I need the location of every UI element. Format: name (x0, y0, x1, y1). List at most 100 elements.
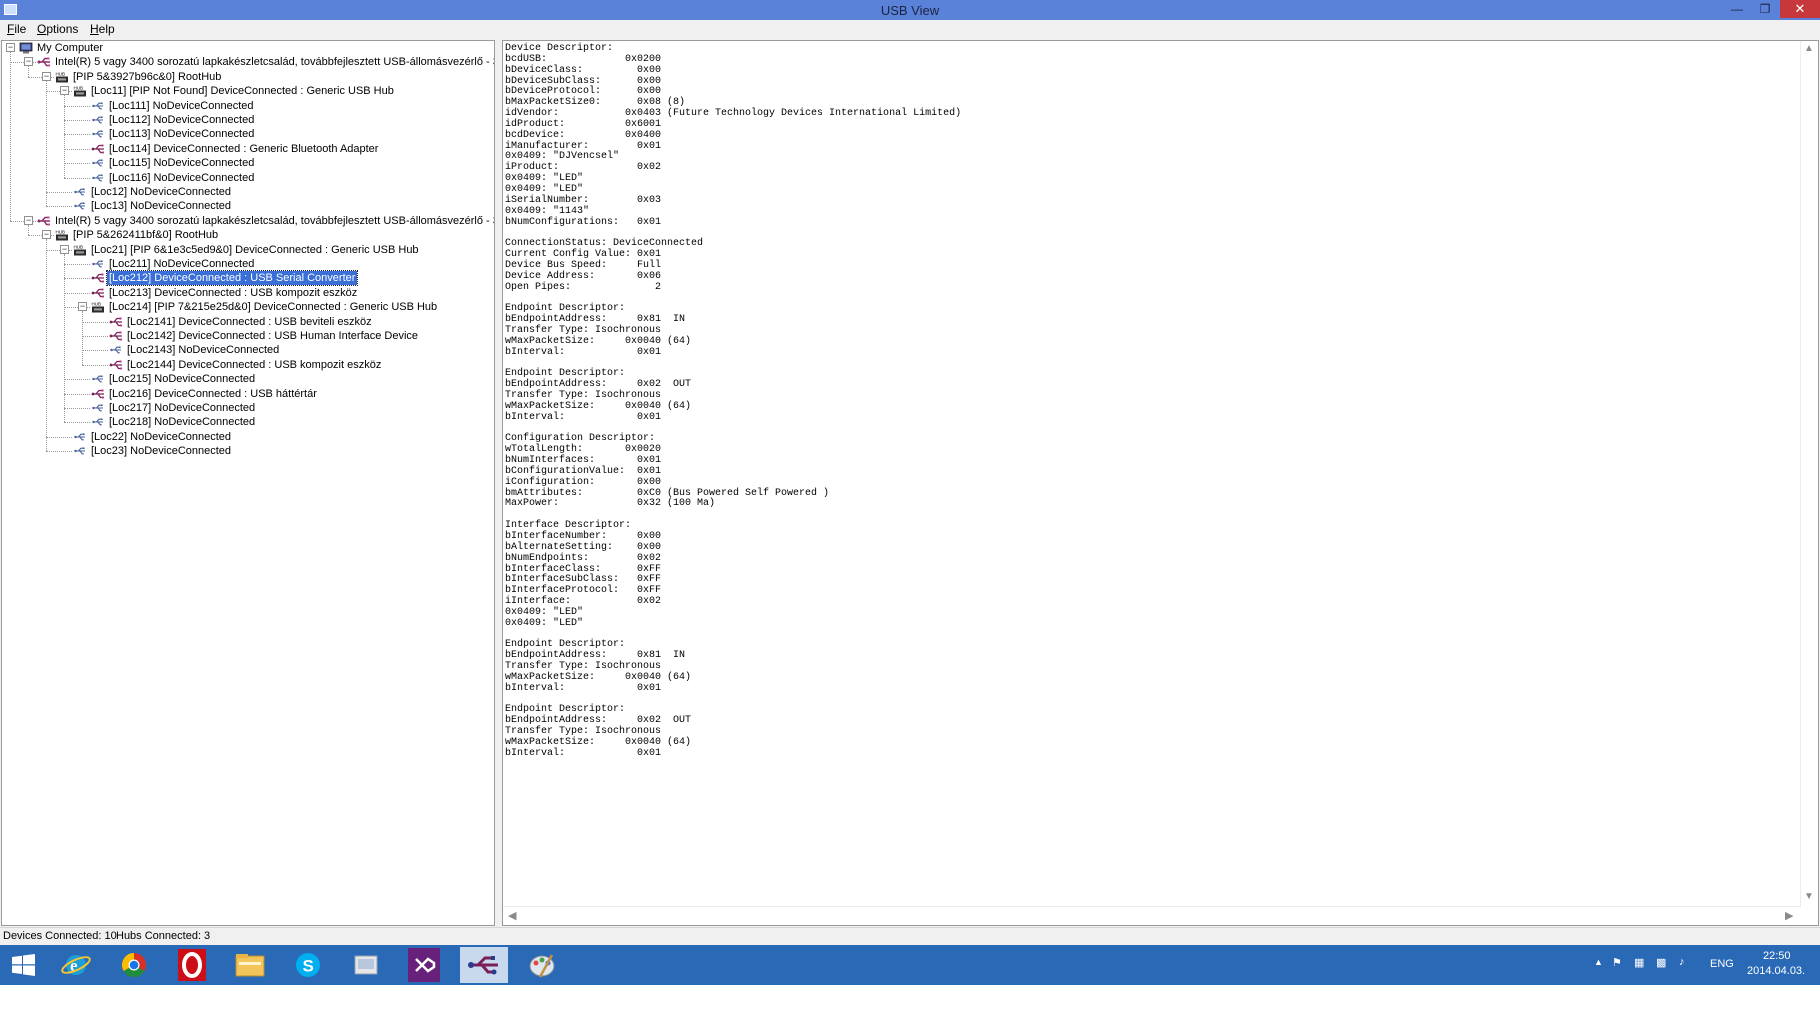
title-bar[interactable]: USB View — ❐ ✕ (0, 0, 1820, 20)
pane-splitter[interactable] (495, 40, 502, 926)
tree-node[interactable]: [Loc12] NoDeviceConnected (2, 185, 492, 199)
paint-icon[interactable] (518, 947, 566, 983)
tree-node[interactable]: − Intel(R) 5 vagy 3400 sorozatú lapkakész… (2, 55, 494, 69)
tree-node-label[interactable]: [Loc217] NoDeviceConnected (107, 401, 257, 415)
tree-node-label[interactable]: [Loc212] DeviceConnected : USB Serial Co… (105, 270, 359, 287)
device-tree[interactable]: − My Computer − Intel(R) 5 vagy 3400 soroza… (1, 40, 495, 926)
scroll-up-arrow-icon[interactable]: ▲ (1804, 43, 1814, 54)
tree-node-label[interactable]: [Loc11] [PIP Not Found] DeviceConnected … (89, 84, 396, 98)
tree-node-label[interactable]: [Loc21] [PIP 6&1e3c5ed9&0] DeviceConnect… (89, 243, 421, 257)
tree-node-label[interactable]: [Loc211] NoDeviceConnected (107, 257, 256, 271)
tree-node-label[interactable]: My Computer (35, 41, 105, 55)
tree-node-label[interactable]: [Loc113] NoDeviceConnected (107, 127, 256, 141)
internet-explorer-icon[interactable]: e (52, 947, 100, 983)
show-hidden-icons-icon[interactable]: ▲ (1594, 957, 1603, 967)
tree-expander-minus-icon[interactable]: − (42, 71, 51, 81)
tree-node[interactable]: − HUB [Loc21] [PIP 6&1e3c5ed9&0] DeviceCon… (2, 243, 492, 257)
scroll-left-arrow-icon[interactable]: ◀ (508, 909, 516, 922)
tree-node[interactable]: [Loc113] NoDeviceConnected (2, 127, 492, 141)
menu-file[interactable]: File (7, 22, 26, 36)
tree-node[interactable]: [Loc218] NoDeviceConnected (2, 415, 492, 429)
network-tray-icon[interactable]: ▦ (1634, 956, 1644, 969)
tree-node-label[interactable]: Intel(R) 5 vagy 3400 sorozatú lapkakészl… (53, 55, 494, 69)
tree-node[interactable]: − HUB [Loc214] [PIP 7&215e25d&0] DeviceCon… (2, 300, 492, 314)
tree-node-label[interactable]: [Loc114] DeviceConnected : Generic Bluet… (107, 142, 380, 156)
scroll-down-arrow-icon[interactable]: ▼ (1804, 891, 1814, 902)
close-button[interactable]: ✕ (1780, 0, 1820, 18)
vertical-scrollbar[interactable]: ▲ ▼ (1800, 41, 1818, 907)
tree-node[interactable]: − HUB [PIP 5&3927b96c&0] RootHub (2, 70, 492, 84)
skype-icon[interactable]: S (284, 947, 332, 983)
minimize-button[interactable]: — (1724, 0, 1750, 18)
tree-node[interactable]: [Loc13] NoDeviceConnected (2, 199, 492, 213)
tree-node-label[interactable]: [Loc218] NoDeviceConnected (107, 415, 257, 429)
tree-node[interactable]: [Loc211] NoDeviceConnected (2, 257, 492, 271)
usb-tray-icon[interactable]: ▩ (1656, 956, 1666, 969)
clock-date[interactable]: 2014.04.03. (1747, 965, 1805, 977)
tree-node-label[interactable]: [PIP 5&3927b96c&0] RootHub (71, 70, 223, 84)
usb-view-icon[interactable] (460, 947, 508, 983)
volume-icon[interactable]: ♪ (1679, 956, 1685, 968)
window-switcher-icon[interactable] (342, 947, 390, 983)
opera-icon[interactable] (168, 947, 216, 983)
tree-node-label[interactable]: [Loc112] NoDeviceConnected (107, 113, 256, 127)
action-center-flag-icon[interactable]: ⚑ (1612, 956, 1622, 969)
descriptor-details[interactable]: Device Descriptor: bcdUSB: 0x0200 bDevic… (502, 40, 1819, 926)
tree-node-label[interactable]: [Loc111] NoDeviceConnected (107, 99, 256, 113)
tree-node-label[interactable]: [Loc13] NoDeviceConnected (89, 199, 233, 213)
tree-node-label[interactable]: [Loc116] NoDeviceConnected (107, 171, 256, 185)
clock-time[interactable]: 22:50 (1763, 950, 1791, 962)
tree-node-label[interactable]: [Loc115] NoDeviceConnected (107, 156, 256, 170)
chrome-icon[interactable] (110, 947, 158, 983)
tree-node-label[interactable]: [Loc213] DeviceConnected : USB kompozit … (107, 286, 359, 300)
tree-node-label[interactable]: [Loc23] NoDeviceConnected (89, 444, 233, 458)
tree-node[interactable]: [Loc2142] DeviceConnected : USB Human In… (2, 329, 492, 343)
tree-node[interactable]: [Loc111] NoDeviceConnected (2, 99, 492, 113)
tree-node[interactable]: [Loc22] NoDeviceConnected (2, 430, 492, 444)
input-language[interactable]: ENG (1710, 958, 1734, 970)
scroll-right-arrow-icon[interactable]: ▶ (1785, 909, 1793, 922)
tree-node[interactable]: [Loc114] DeviceConnected : Generic Bluet… (2, 142, 492, 156)
tree-node-label[interactable]: [Loc216] DeviceConnected : USB háttértár (107, 387, 319, 401)
maximize-button[interactable]: ❐ (1752, 0, 1778, 18)
tree-node[interactable]: [Loc216] DeviceConnected : USB háttértár (2, 387, 492, 401)
tree-node[interactable]: − HUB [Loc11] [PIP Not Found] DeviceConnec… (2, 84, 492, 98)
tree-node[interactable]: [Loc112] NoDeviceConnected (2, 113, 492, 127)
tree-node-label[interactable]: [Loc2143] NoDeviceConnected (125, 343, 281, 357)
tree-node[interactable]: [Loc212] DeviceConnected : USB Serial Co… (2, 270, 492, 287)
tree-expander-minus-icon[interactable]: − (78, 302, 87, 312)
tree-expander-minus-icon[interactable]: − (60, 244, 69, 254)
tree-node-label[interactable]: [PIP 5&262411bf&0] RootHub (71, 228, 220, 242)
tree-node[interactable]: [Loc2141] DeviceConnected : USB beviteli… (2, 315, 492, 329)
tree-node[interactable]: [Loc213] DeviceConnected : USB kompozit … (2, 286, 492, 300)
visual-studio-icon[interactable] (400, 947, 448, 983)
tree-node[interactable]: [Loc215] NoDeviceConnected (2, 372, 492, 386)
menu-help[interactable]: Help (90, 22, 115, 36)
tree-expander-minus-icon[interactable]: − (6, 43, 15, 52)
tree-node[interactable]: [Loc23] NoDeviceConnected (2, 444, 492, 458)
tree-node-label[interactable]: [Loc22] NoDeviceConnected (89, 430, 233, 444)
horizontal-scrollbar[interactable]: ◀ ▶ (503, 906, 1801, 925)
tree-node-label[interactable]: [Loc12] NoDeviceConnected (89, 185, 233, 199)
tree-node-label[interactable]: [Loc2144] DeviceConnected : USB kompozit… (125, 358, 383, 372)
tree-node[interactable]: − My Computer (2, 41, 492, 55)
tree-expander-minus-icon[interactable]: − (60, 86, 69, 96)
tree-node[interactable]: [Loc116] NoDeviceConnected (2, 171, 492, 185)
tree-node[interactable]: − HUB [PIP 5&262411bf&0] RootHub (2, 228, 492, 242)
tree-expander-minus-icon[interactable]: − (42, 230, 51, 240)
tree-node-label[interactable]: [Loc214] [PIP 7&215e25d&0] DeviceConnect… (107, 300, 439, 314)
tree-node[interactable]: [Loc217] NoDeviceConnected (2, 401, 492, 415)
tree-expander-minus-icon[interactable]: − (24, 57, 33, 67)
tree-node[interactable]: [Loc115] NoDeviceConnected (2, 156, 492, 170)
tree-node-label[interactable]: [Loc215] NoDeviceConnected (107, 372, 257, 386)
start-button-icon[interactable] (0, 947, 48, 983)
menu-options[interactable]: Options (37, 22, 78, 36)
tree-node[interactable]: − Intel(R) 5 vagy 3400 sorozatú lapkakész… (2, 214, 494, 228)
tree-node[interactable]: [Loc2143] NoDeviceConnected (2, 343, 492, 357)
tree-node-label[interactable]: [Loc2142] DeviceConnected : USB Human In… (125, 329, 420, 343)
tree-node-label[interactable]: [Loc2141] DeviceConnected : USB beviteli… (125, 315, 374, 329)
tree-node[interactable]: [Loc2144] DeviceConnected : USB kompozit… (2, 358, 492, 372)
tree-node-label[interactable]: Intel(R) 5 vagy 3400 sorozatú lapkakészl… (53, 214, 494, 228)
file-explorer-icon[interactable] (226, 947, 274, 983)
tree-expander-minus-icon[interactable]: − (24, 215, 33, 225)
